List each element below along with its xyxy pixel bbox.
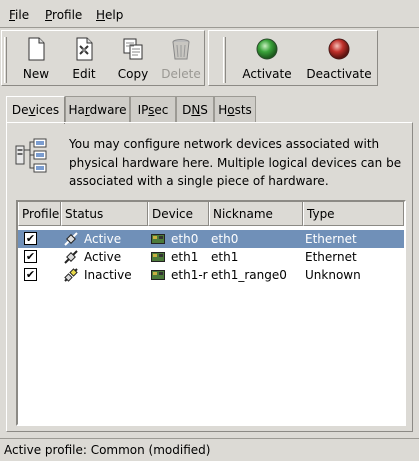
new-button-label: New	[22, 67, 50, 81]
info-text: You may configure network devices associ…	[69, 137, 402, 188]
tab-dns-mnemonic: N	[191, 103, 201, 117]
red-light-icon	[328, 38, 350, 60]
tab-hardware-label-post: dware	[89, 103, 127, 117]
nickname-text: eth1	[211, 250, 239, 264]
menu-file[interactable]: File	[9, 8, 29, 22]
profile-checkbox[interactable]: ✔	[24, 268, 37, 281]
copy-icon	[123, 38, 143, 60]
toolbar-group-activation: Activate Deactivate	[208, 30, 378, 86]
column-header-type[interactable]: Type	[303, 202, 404, 226]
nickname-text: eth1_range0	[211, 268, 287, 282]
toolbar-grip[interactable]	[223, 37, 226, 83]
ethernet-card-icon	[151, 270, 165, 280]
toolbar: New Edit Copy Delete Activate Deactivate	[0, 28, 419, 88]
copy-button-label: Copy	[117, 67, 149, 81]
status-bar-text: Active profile: Common (modified)	[4, 443, 211, 457]
new-button[interactable]: New	[12, 31, 60, 87]
table-row[interactable]: ✔ Inactive eth1-r eth1_range0 Unknown	[18, 266, 404, 284]
toolbar-group-edit: New Edit Copy Delete	[1, 30, 205, 86]
status-text: Inactive	[84, 268, 132, 282]
copy-button[interactable]: Copy	[108, 31, 158, 87]
status-text: Active	[84, 232, 122, 246]
status-text: Active	[84, 250, 122, 264]
delete-button[interactable]: Delete	[158, 31, 204, 87]
green-light-icon	[256, 38, 278, 60]
column-header-nickname[interactable]: Nickname	[209, 202, 303, 226]
tab-dns[interactable]: DNS	[176, 96, 214, 123]
tab-devices-mnemonic: v	[28, 103, 36, 117]
edit-button-label: Edit	[72, 67, 96, 81]
tab-devices-label-post: ices	[35, 103, 60, 117]
nickname-text: eth0	[211, 232, 239, 246]
menu-profile-mnemonic: P	[45, 8, 53, 22]
profile-checkbox[interactable]: ✔	[24, 232, 37, 245]
ethernet-card-icon	[151, 234, 165, 244]
tab-devices-label-pre: De	[11, 103, 29, 117]
edit-properties-icon	[76, 37, 93, 61]
type-text: Unknown	[305, 268, 361, 282]
tab-hardware[interactable]: Hardware	[65, 96, 130, 123]
tab-ipsec-label-post: ec	[154, 103, 169, 117]
tab-hosts-label-pre: H	[218, 103, 228, 117]
menu-profile[interactable]: Profile	[45, 8, 82, 22]
deactivate-button[interactable]: Deactivate	[303, 31, 375, 87]
profile-checkbox[interactable]: ✔	[24, 250, 37, 263]
activate-button-label: Activate	[242, 67, 292, 81]
menu-help[interactable]: Help	[96, 8, 123, 22]
tab-dns-label-post: S	[200, 103, 208, 117]
menubar: File Profile Help	[0, 0, 419, 28]
device-table[interactable]: Profile Status Device Nickname Type ✔ Ac…	[16, 200, 406, 426]
connected-plug-icon	[64, 232, 78, 246]
type-text: Ethernet	[305, 232, 357, 246]
menu-file-label: ile	[15, 8, 30, 22]
tab-hosts-mnemonic: o	[227, 103, 235, 117]
tab-hosts-label-post: sts	[234, 103, 252, 117]
tab-devices[interactable]: Devices	[6, 96, 65, 124]
status-bar: Active profile: Common (modified)	[0, 438, 419, 461]
trash-icon	[172, 39, 190, 60]
edit-button[interactable]: Edit	[60, 31, 108, 87]
tab-ipsec[interactable]: IPsec	[130, 96, 176, 123]
menu-profile-label: rofile	[52, 8, 83, 22]
devices-panel: You may configure network devices associ…	[6, 122, 413, 432]
table-row[interactable]: ✔ Active eth0 eth0 Ethernet	[18, 230, 404, 248]
new-document-icon	[28, 37, 45, 61]
toolbar-grip[interactable]	[4, 37, 7, 83]
deactivate-button-label: Deactivate	[306, 67, 372, 81]
menu-help-mnemonic: H	[96, 8, 106, 22]
table-header: Profile Status Device Nickname Type	[18, 202, 404, 226]
device-text: eth1	[171, 250, 199, 264]
column-header-device[interactable]: Device	[148, 202, 209, 226]
tab-ipsec-label-pre: IP	[137, 103, 149, 117]
device-text: eth1-r	[171, 268, 208, 282]
column-header-profile[interactable]: Profile	[18, 202, 61, 226]
column-header-status[interactable]: Status	[61, 202, 148, 226]
network-devices-icon	[15, 138, 47, 173]
menu-help-label: elp	[105, 8, 124, 22]
activate-button[interactable]: Activate	[235, 31, 299, 87]
tab-dns-label-pre: D	[182, 103, 192, 117]
delete-button-label: Delete	[161, 67, 201, 81]
device-text: eth0	[171, 232, 199, 246]
type-text: Ethernet	[305, 250, 357, 264]
ethernet-card-icon	[151, 252, 165, 262]
table-row[interactable]: ✔ Active eth1 eth1 Ethernet	[18, 248, 404, 266]
tab-hardware-label-pre: Ha	[68, 103, 85, 117]
connected-plug-icon	[64, 250, 78, 264]
disconnected-plug-icon	[64, 268, 78, 282]
tab-hosts[interactable]: Hosts	[214, 96, 256, 123]
